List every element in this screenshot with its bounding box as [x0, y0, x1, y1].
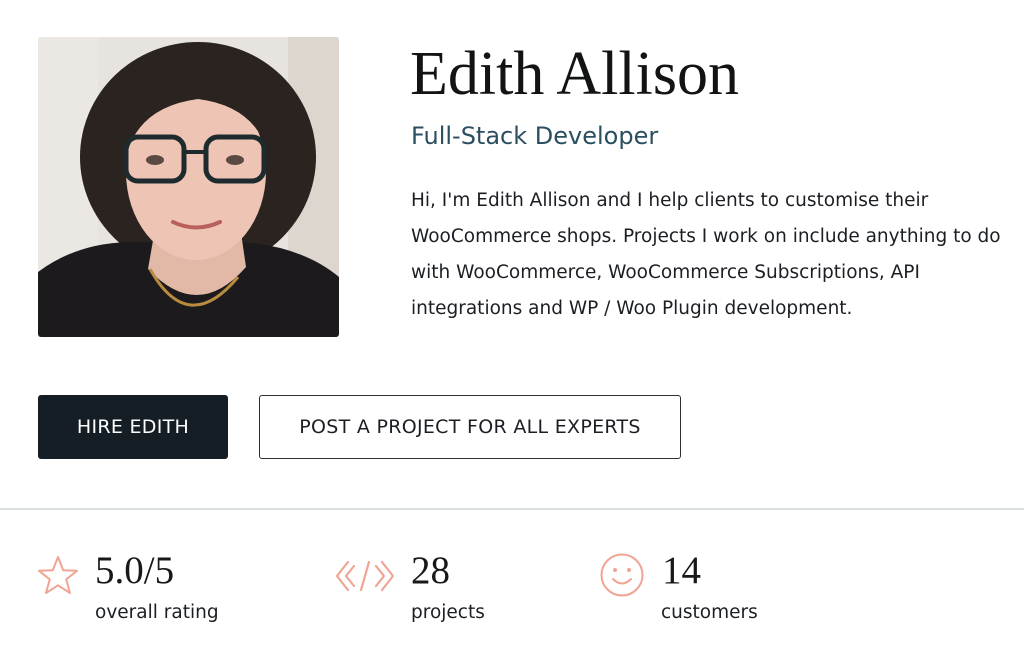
customers-value: 14 — [662, 549, 701, 592]
customers-label: customers — [661, 602, 758, 623]
rating-value: 5.0/5 — [95, 549, 175, 592]
profile-bio: Hi, I'm Edith Allison and I help clients… — [411, 190, 1001, 319]
smiley-icon — [599, 552, 645, 603]
stat-customers: 14 customers — [599, 548, 819, 638]
projects-label: projects — [411, 602, 485, 623]
stat-rating: 5.0/5 overall rating — [36, 548, 276, 638]
stat-projects: 28 projects — [334, 548, 554, 638]
section-divider — [0, 508, 1024, 510]
profile-name: Edith Allison — [410, 40, 739, 108]
code-icon — [334, 556, 396, 601]
star-icon — [36, 554, 80, 603]
post-project-button[interactable]: POST A PROJECT FOR ALL EXPERTS — [259, 395, 681, 459]
profile-role: Full-Stack Developer — [411, 122, 659, 150]
projects-value: 28 — [411, 549, 450, 592]
hire-button[interactable]: HIRE EDITH — [38, 395, 228, 459]
rating-label: overall rating — [95, 602, 219, 623]
profile-photo — [38, 37, 339, 337]
